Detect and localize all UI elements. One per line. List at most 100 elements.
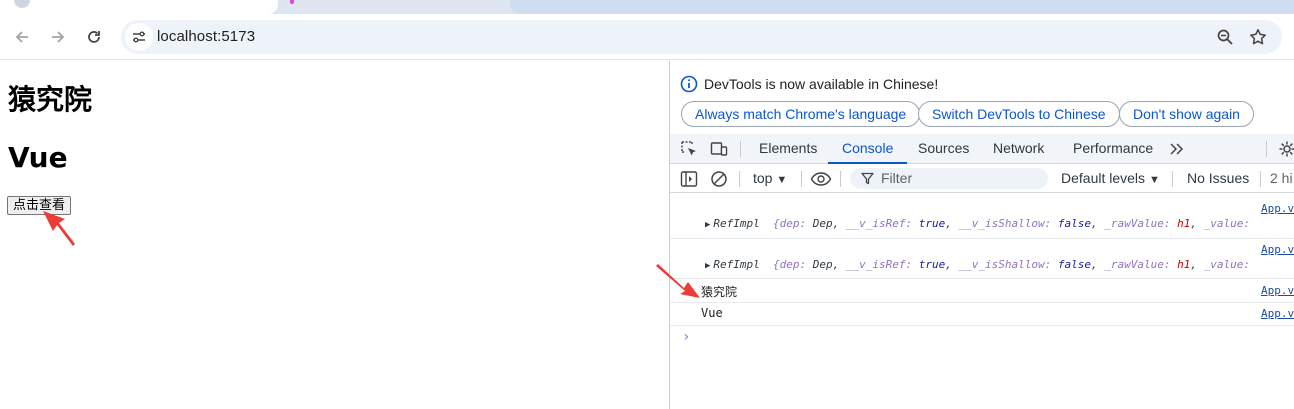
- bookmark-star-icon[interactable]: [1249, 28, 1267, 46]
- page-heading-vue: Vue: [8, 141, 68, 174]
- preview-value: h1: [1177, 258, 1191, 271]
- devtools-tab-bar: Elements Console Sources Network Perform…: [670, 134, 1294, 164]
- log-row-divider: [670, 278, 1294, 279]
- filter-placeholder: Filter: [881, 170, 913, 186]
- switch-to-chinese-button[interactable]: Switch DevTools to Chinese: [918, 101, 1120, 127]
- console-messages: App.v ▶ RefImpl {dep: Dep, __v_isRef: tru…: [670, 194, 1294, 409]
- tab-sources[interactable]: Sources: [918, 134, 969, 164]
- toolbar-separator: [801, 171, 802, 187]
- preview-key: __v_isRef:: [845, 217, 913, 230]
- log-levels-label: Default levels: [1061, 170, 1146, 186]
- expand-triangle-icon[interactable]: ▶: [705, 261, 710, 271]
- annotation-arrow-icon: [656, 264, 700, 298]
- tab-console[interactable]: Console: [828, 134, 908, 164]
- web-page: 猿究院 Vue 点击查看: [0, 61, 669, 409]
- preview-key: __v_isShallow:: [958, 217, 1052, 230]
- preview-value: false: [1057, 217, 1091, 230]
- tab-elements[interactable]: Elements: [759, 134, 817, 164]
- tab-performance[interactable]: Performance: [1073, 134, 1153, 164]
- hidden-messages-count: 2 hi: [1270, 170, 1293, 186]
- log-row-divider: [670, 325, 1294, 326]
- url-text[interactable]: localhost:5173: [157, 28, 255, 45]
- log-source-link[interactable]: App.v: [1261, 202, 1294, 215]
- preview-key: _rawValue:: [1104, 217, 1171, 230]
- object-type: RefImpl: [713, 217, 760, 230]
- log-object-refimpl[interactable]: ▶ RefImpl {dep: Dep, __v_isRef: true, __v…: [705, 258, 1250, 271]
- tab-strip: [0, 0, 1294, 14]
- settings-gear-icon[interactable]: [1278, 140, 1294, 158]
- toolbar-separator: [1260, 171, 1261, 187]
- console-prompt-chevron-icon[interactable]: ›: [682, 329, 690, 345]
- log-source-link[interactable]: App.v: [1261, 243, 1294, 256]
- preview-value: h1: [1177, 217, 1191, 230]
- console-toolbar: top ▼ Filter Default levels ▼ No Issues …: [670, 165, 1294, 193]
- preview-value: Dep: [812, 217, 833, 230]
- console-filter-input[interactable]: Filter: [850, 168, 1048, 189]
- issues-counter[interactable]: No Issues: [1187, 170, 1249, 186]
- devtools-language-infobar: DevTools is now available in Chinese! Al…: [670, 61, 1294, 133]
- preview-key: __v_isShallow:: [958, 258, 1052, 271]
- object-preview-brace: {: [773, 217, 780, 230]
- tab-indicator: [290, 0, 294, 4]
- preview-key: dep:: [779, 217, 807, 230]
- log-row-divider: [670, 238, 1294, 239]
- dropdown-caret-icon: ▼: [776, 174, 788, 186]
- device-toolbar-icon[interactable]: [710, 140, 728, 158]
- address-bar[interactable]: localhost:5173: [121, 20, 1282, 54]
- log-row-divider: [670, 302, 1294, 303]
- context-selector-label: top: [753, 170, 773, 186]
- browser-tab[interactable]: [0, 0, 278, 14]
- clear-console-icon[interactable]: [710, 170, 728, 188]
- site-info-button[interactable]: [125, 23, 153, 51]
- browser-tab-inactive[interactable]: [510, 0, 1294, 14]
- log-object-refimpl[interactable]: ▶ RefImpl {dep: Dep, __v_isRef: true, __v…: [705, 217, 1250, 230]
- object-preview-brace: {: [773, 258, 780, 271]
- dropdown-caret-icon: ▼: [1148, 174, 1160, 186]
- preview-key: _value:: [1203, 217, 1250, 230]
- info-icon: [680, 75, 698, 93]
- browser-toolbar: localhost:5173: [0, 14, 1294, 60]
- more-tabs-chevron-icon[interactable]: [1168, 140, 1186, 158]
- toolbar-separator: [1172, 171, 1173, 187]
- reload-button[interactable]: [80, 23, 108, 51]
- show-sidebar-icon[interactable]: [680, 170, 698, 188]
- preview-value: true: [918, 217, 946, 230]
- object-type: RefImpl: [713, 258, 760, 271]
- infobar-message: DevTools is now available in Chinese!: [704, 76, 939, 92]
- log-levels-dropdown[interactable]: Default levels ▼: [1061, 170, 1160, 186]
- tab-network[interactable]: Network: [993, 134, 1044, 164]
- tab-separator: [1266, 141, 1267, 157]
- toolbar-separator: [840, 171, 841, 187]
- preview-key: _rawValue:: [1104, 258, 1171, 271]
- toolbar-separator: [739, 171, 740, 187]
- always-match-language-button[interactable]: Always match Chrome's language: [681, 101, 921, 127]
- expand-triangle-icon[interactable]: ▶: [705, 220, 710, 230]
- zoom-icon[interactable]: [1216, 28, 1234, 46]
- live-expression-eye-icon[interactable]: [810, 170, 832, 188]
- dont-show-again-button[interactable]: Don't show again: [1119, 101, 1254, 127]
- preview-key: _value:: [1203, 258, 1250, 271]
- back-button[interactable]: [8, 23, 36, 51]
- inspect-element-icon[interactable]: [680, 140, 698, 158]
- page-heading-title: 猿究院: [8, 83, 93, 116]
- site-info-icon: [133, 31, 145, 43]
- tab-separator: [740, 141, 741, 157]
- log-text: Vue: [701, 306, 723, 320]
- annotation-arrow-icon: [43, 211, 75, 246]
- preview-value: true: [918, 258, 946, 271]
- forward-button[interactable]: [44, 23, 72, 51]
- preview-value: false: [1057, 258, 1091, 271]
- tab-favicon-icon: [14, 0, 30, 8]
- filter-funnel-icon: [861, 172, 874, 185]
- log-source-link[interactable]: App.v: [1261, 307, 1294, 320]
- devtools-panel: DevTools is now available in Chinese! Al…: [669, 61, 1294, 409]
- back-arrow-icon: [15, 31, 28, 43]
- preview-value: Dep: [812, 258, 833, 271]
- preview-key: dep:: [779, 258, 807, 271]
- log-source-link[interactable]: App.v: [1261, 284, 1294, 297]
- reload-icon: [88, 31, 100, 43]
- context-selector[interactable]: top ▼: [753, 170, 787, 186]
- forward-arrow-icon: [52, 31, 65, 43]
- preview-key: __v_isRef:: [845, 258, 913, 271]
- log-text: 猿究院: [701, 285, 738, 299]
